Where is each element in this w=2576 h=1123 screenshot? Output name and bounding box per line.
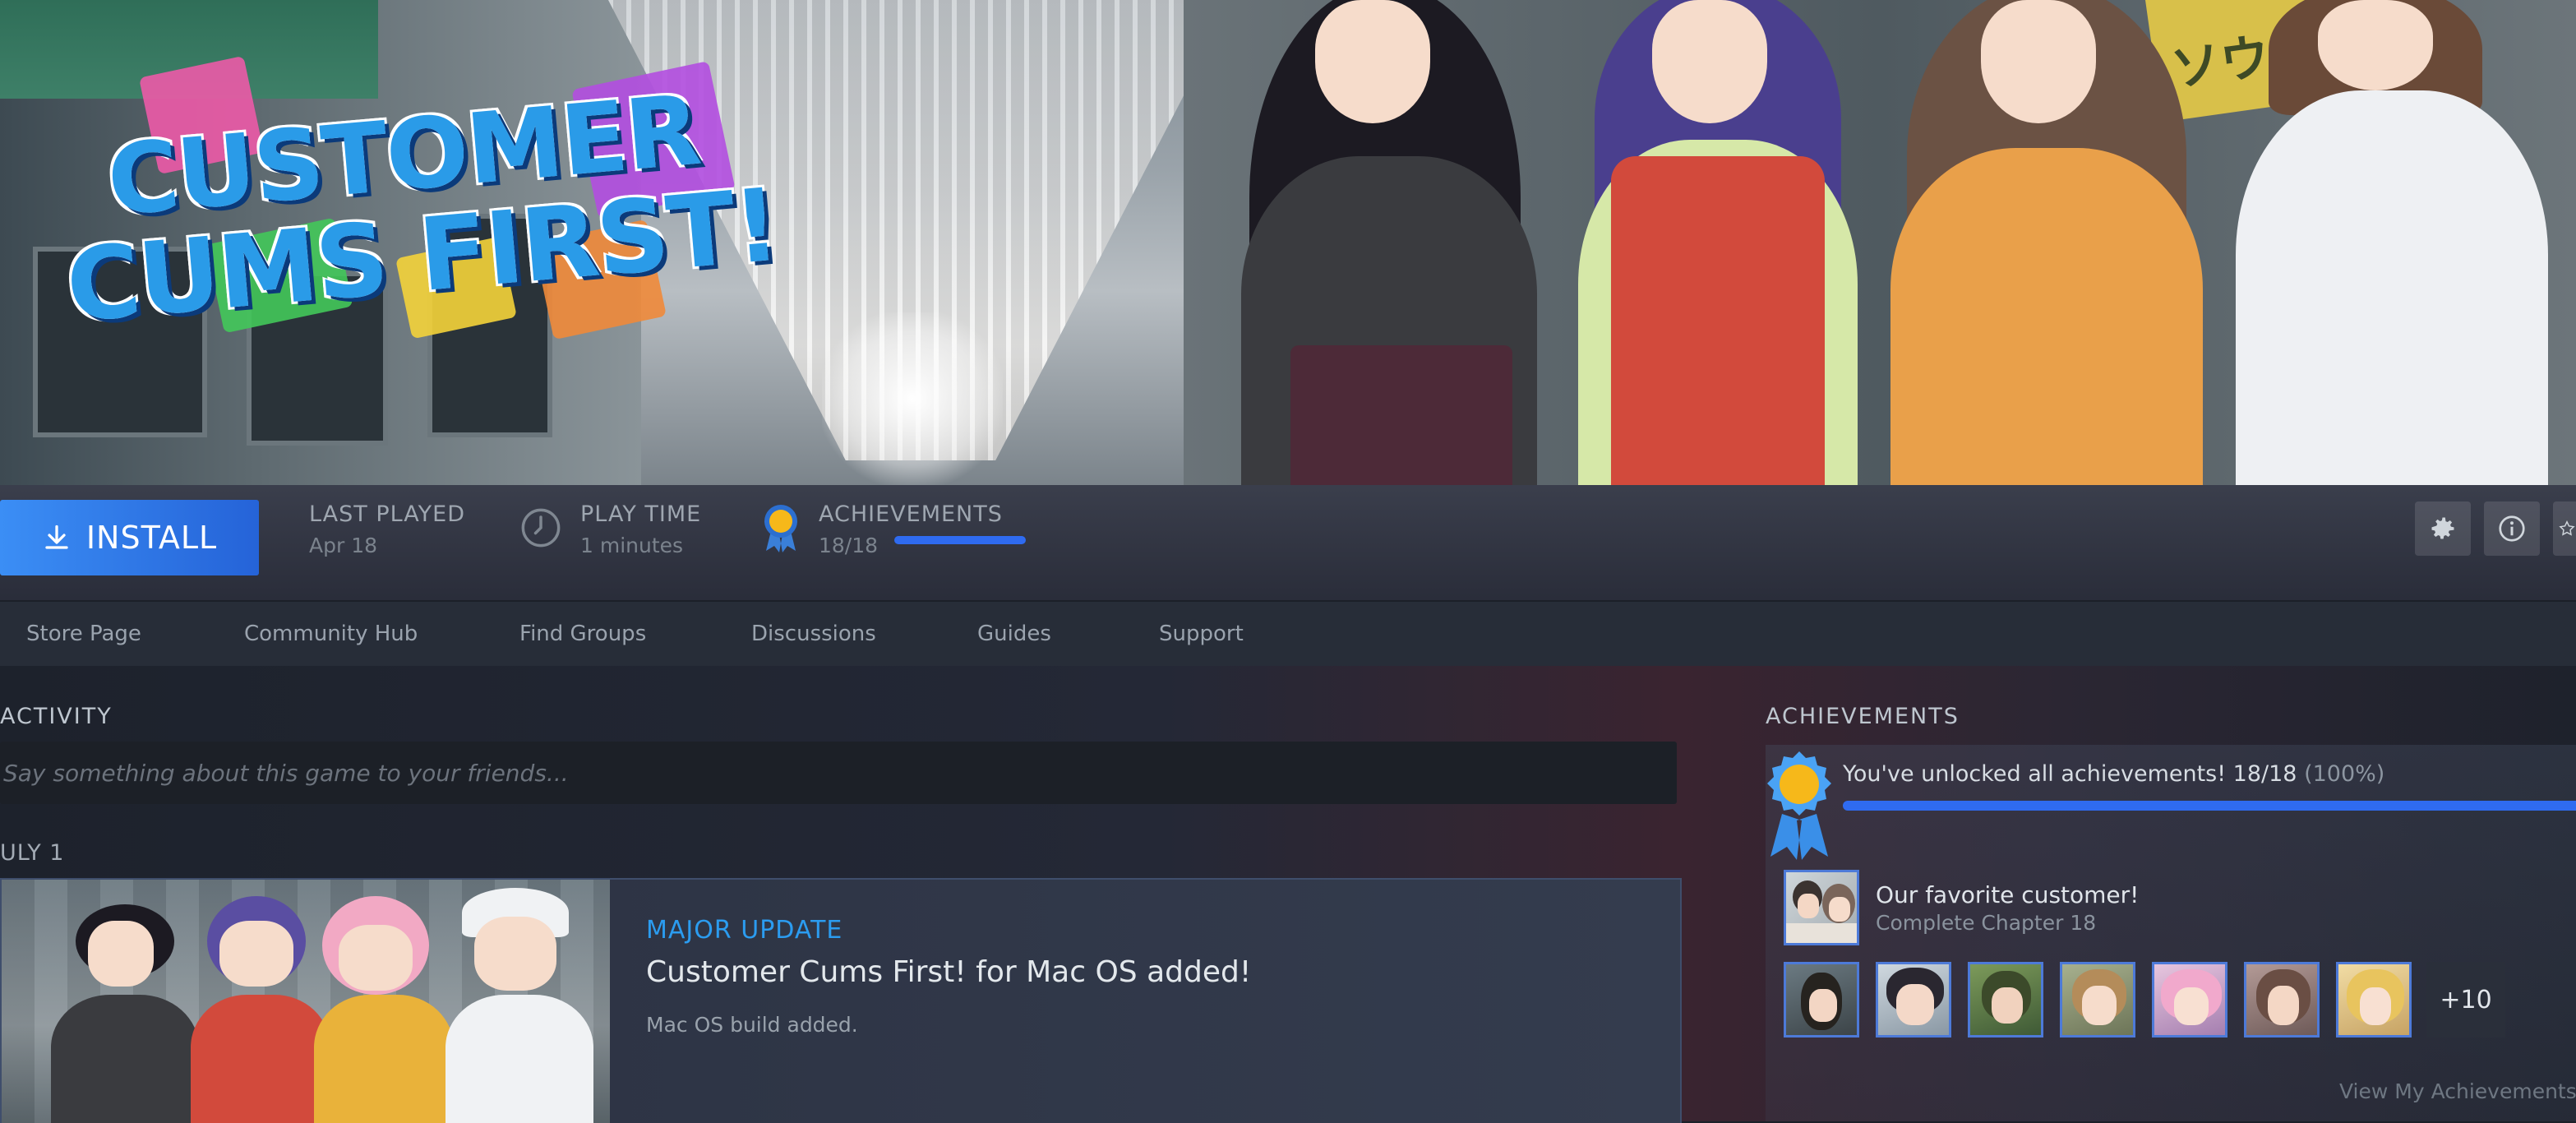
view-my-achievements-link[interactable]: View My Achievements: [2339, 1079, 2576, 1103]
activity-input[interactable]: [0, 742, 1677, 804]
last-played-label: LAST PLAYED: [309, 501, 466, 527]
nav-support[interactable]: Support: [1159, 622, 1244, 646]
achievement-icon[interactable]: [2244, 962, 2320, 1038]
achievement-icon[interactable]: [1876, 962, 1951, 1038]
nav-find-groups[interactable]: Find Groups: [519, 622, 646, 646]
gear-icon: [2431, 517, 2454, 539]
medal-icon: [764, 505, 797, 552]
news-post-image: [2, 880, 610, 1123]
play-time-stat: PLAY TIME 1 minutes: [580, 501, 701, 557]
character-4: [2219, 0, 2564, 485]
activity-title: ACTIVITY: [0, 704, 113, 729]
news-post-type: MAJOR UPDATE: [646, 916, 843, 945]
nav-community-hub[interactable]: Community Hub: [244, 622, 418, 646]
nav-discussions[interactable]: Discussions: [751, 622, 876, 646]
last-played-stat: LAST PLAYED Apr 18: [309, 501, 465, 557]
more-achievements-button[interactable]: +10: [2426, 962, 2505, 1038]
character-1: [1225, 0, 1570, 485]
achievements-panel-progress-bar: [1843, 801, 2576, 811]
play-time-value: 1 minutes: [580, 534, 684, 557]
settings-button[interactable]: [2415, 501, 2471, 556]
achievement-icon[interactable]: [2152, 962, 2227, 1038]
news-post-card[interactable]: MAJOR UPDATE Customer Cums First! for Ma…: [0, 878, 1682, 1123]
achievement-icon[interactable]: [2060, 962, 2135, 1038]
nav-store-page[interactable]: Store Page: [26, 622, 141, 646]
news-post-title: Customer Cums First! for Mac OS added!: [646, 955, 1252, 989]
achievements-summary: You've unlocked all achievements! 18/18 …: [1843, 761, 2384, 787]
game-nav-bar: Store Page Community Hub Find Groups Dis…: [0, 602, 2576, 666]
achievement-icon[interactable]: [1968, 962, 2043, 1038]
action-bar: INSTALL LAST PLAYED Apr 18 PLAY TIME 1 m…: [0, 485, 2576, 600]
play-time-label: PLAY TIME: [580, 501, 702, 527]
favorite-button[interactable]: [2553, 501, 2576, 556]
achievements-progress-fill: [894, 536, 1026, 544]
game-logo: CUSTOMER CUMS FIRST!: [49, 55, 789, 345]
achievement-icon[interactable]: [1784, 962, 1859, 1038]
news-post-description: Mac OS build added.: [646, 1013, 858, 1037]
achievement-medal-icon: [1767, 751, 1831, 860]
star-icon: [2559, 520, 2575, 536]
hero-arcade-light: [822, 312, 1003, 485]
nav-guides[interactable]: Guides: [977, 622, 1051, 646]
clock-icon: [521, 508, 561, 548]
character-2: [1562, 0, 1890, 485]
hero-banner: ソウカ CUSTOMER CUMS FIRST!: [0, 0, 2576, 485]
activity-date: ULY 1: [0, 840, 65, 866]
achievements-label: ACHIEVEMENTS: [819, 501, 1003, 527]
featured-achievement-title: Our favorite customer!: [1876, 881, 2140, 908]
achievements-panel-title: ACHIEVEMENTS: [1766, 704, 1960, 729]
info-icon: [2499, 515, 2525, 542]
achievements-stat: ACHIEVEMENTS 18/18: [819, 501, 1003, 557]
featured-achievement-description: Complete Chapter 18: [1876, 911, 2097, 935]
install-label: INSTALL: [85, 520, 218, 556]
achievements-summary-text: You've unlocked all achievements! 18/18: [1843, 761, 2297, 787]
achievements-summary-percent: (100%): [2304, 761, 2385, 787]
install-button[interactable]: INSTALL: [0, 500, 259, 575]
download-icon: [45, 525, 68, 549]
achievements-progress-bar: [894, 536, 1026, 544]
character-3: [1882, 0, 2227, 485]
info-button[interactable]: [2484, 501, 2540, 556]
achievement-icon[interactable]: [2336, 962, 2412, 1038]
last-played-value: Apr 18: [309, 534, 378, 557]
featured-achievement-icon[interactable]: [1784, 870, 1859, 945]
